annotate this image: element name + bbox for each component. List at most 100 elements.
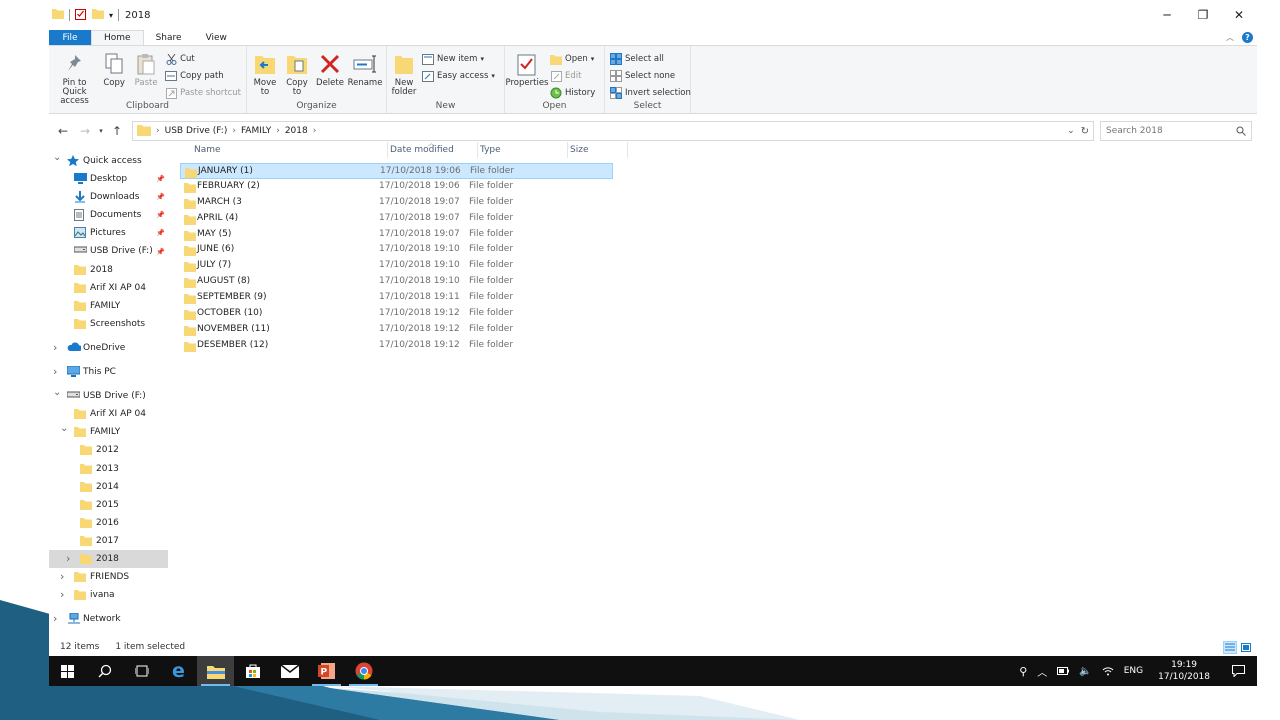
action-center-icon[interactable] (1220, 665, 1257, 677)
new-item-button[interactable]: New item ▾ (422, 52, 495, 66)
customize-qat-icon[interactable]: ▾ (109, 11, 113, 20)
nav-quick-item[interactable]: Screenshots (49, 315, 168, 333)
file-row[interactable]: MARCH (3 17/10/2018 19:07 File folder (180, 195, 613, 211)
file-explorer-taskbar-button[interactable] (197, 656, 234, 686)
file-row[interactable]: JULY (7) 17/10/2018 19:10 File folder (180, 258, 613, 274)
powerpoint-taskbar-button[interactable]: P (308, 656, 345, 686)
cut-button[interactable]: Cut (165, 52, 241, 66)
chrome-taskbar-button[interactable] (345, 656, 382, 686)
file-row[interactable]: MAY (5) 17/10/2018 19:07 File folder (180, 227, 613, 243)
collapse-chevron-icon[interactable]: › (53, 365, 57, 378)
column-type[interactable]: Type (478, 142, 568, 158)
nav-family-child[interactable]: 2013 (49, 460, 168, 478)
large-icons-view-button[interactable] (1239, 641, 1253, 654)
nav-quick-access[interactable]: ⌄ Quick access (49, 152, 168, 170)
easy-access-button[interactable]: Easy access ▾ (422, 69, 495, 83)
file-row[interactable]: OCTOBER (10) 17/10/2018 19:12 File folder (180, 306, 613, 322)
nav-family-child[interactable]: 2015 (49, 496, 168, 514)
refresh-icon[interactable]: ↻ (1081, 126, 1089, 137)
minimize-button[interactable]: ─ (1149, 0, 1185, 30)
nav-quick-item[interactable]: Desktop 📌 (49, 170, 168, 188)
nav-onedrive[interactable]: › OneDrive (49, 339, 168, 357)
column-name[interactable]: Name (192, 142, 388, 158)
mail-taskbar-button[interactable] (271, 656, 308, 686)
select-none-button[interactable]: Select none (610, 69, 691, 83)
breadcrumb-2018[interactable]: 2018 (285, 126, 308, 136)
nav-quick-item[interactable]: FAMILY (49, 297, 168, 315)
restore-button[interactable]: ❐ (1185, 0, 1221, 30)
file-row[interactable]: NOVEMBER (11) 17/10/2018 19:12 File folder (180, 322, 613, 338)
collapse-ribbon-icon[interactable]: ︿ (1226, 32, 1234, 43)
file-row[interactable]: AUGUST (8) 17/10/2018 19:10 File folder (180, 274, 613, 290)
collapse-chevron-icon[interactable]: › (60, 588, 64, 601)
collapse-chevron-icon[interactable]: › (53, 341, 57, 354)
wifi-icon[interactable] (1097, 666, 1119, 676)
folder-icon (74, 264, 86, 275)
nav-quick-item[interactable]: Arif XI AP 04 (49, 279, 168, 297)
address-dropdown-icon[interactable]: ⌄ (1067, 126, 1075, 136)
nav-family-child[interactable]: 2012 (49, 441, 168, 459)
collapse-chevron-icon[interactable]: › (53, 612, 57, 625)
input-language[interactable]: ENG (1119, 666, 1148, 676)
new-folder-icon[interactable] (92, 8, 104, 22)
volume-icon[interactable]: 🔈 (1074, 666, 1096, 677)
nav-family-child[interactable]: › 2018 (49, 549, 168, 569)
tab-view[interactable]: View (194, 30, 239, 45)
help-icon[interactable]: ? (1242, 32, 1253, 43)
people-icon[interactable]: ⚲ (1014, 665, 1032, 678)
details-view-button[interactable] (1223, 641, 1237, 654)
invert-selection-button[interactable]: Invert selection (610, 86, 691, 100)
expand-chevron-icon[interactable]: ⌄ (53, 387, 61, 398)
start-button[interactable] (49, 656, 86, 686)
tab-file[interactable]: File (49, 30, 91, 45)
nav-usb-child[interactable]: › ivana (49, 586, 168, 604)
column-date-modified[interactable]: Date modified (388, 142, 478, 158)
copy-path-button[interactable]: Copy path (165, 69, 241, 83)
collapse-chevron-icon[interactable]: › (66, 552, 70, 565)
expand-chevron-icon[interactable]: ⌄ (53, 152, 61, 163)
collapse-chevron-icon[interactable]: › (60, 570, 64, 583)
nav-family-child[interactable]: 2014 (49, 478, 168, 496)
properties-icon[interactable] (75, 8, 87, 23)
close-button[interactable]: ✕ (1221, 0, 1257, 30)
nav-quick-item[interactable]: Downloads 📌 (49, 188, 168, 206)
file-row[interactable]: JANUARY (1) 17/10/2018 19:06 File folder (180, 163, 613, 179)
nav-quick-item[interactable]: 2018 (49, 261, 168, 279)
edit-button[interactable]: Edit (550, 69, 595, 83)
nav-usb-child[interactable]: ⌄ FAMILY (49, 423, 168, 441)
file-row[interactable]: JUNE (6) 17/10/2018 19:10 File folder (180, 242, 613, 258)
nav-quick-item[interactable]: Documents 📌 (49, 206, 168, 224)
tab-home[interactable]: Home (91, 30, 144, 45)
search-taskbar-button[interactable] (86, 656, 123, 686)
history-button[interactable]: History (550, 86, 595, 100)
search-input[interactable] (1106, 126, 1226, 136)
breadcrumb-usb-drive[interactable]: USB Drive (F:) (165, 126, 228, 136)
paste-shortcut-button[interactable]: Paste shortcut (165, 86, 241, 100)
nav-usb-child[interactable]: › FRIENDS (49, 568, 168, 586)
nav-quick-item[interactable]: Pictures 📌 (49, 224, 168, 242)
open-button[interactable]: Open ▾ (550, 52, 595, 66)
nav-usb-child[interactable]: Arif XI AP 04 (49, 405, 168, 423)
file-row[interactable]: SEPTEMBER (9) 17/10/2018 19:11 File folder (180, 290, 613, 306)
select-all-button[interactable]: Select all (610, 52, 691, 66)
file-row[interactable]: FEBRUARY (2) 17/10/2018 19:06 File folder (180, 179, 613, 195)
nav-family-child[interactable]: 2016 (49, 514, 168, 532)
nav-this-pc[interactable]: › This PC (49, 363, 168, 381)
nav-network[interactable]: › Network (49, 610, 168, 628)
file-row[interactable]: APRIL (4) 17/10/2018 19:07 File folder (180, 211, 613, 227)
battery-icon[interactable] (1052, 667, 1074, 675)
task-view-button[interactable] (123, 656, 160, 686)
breadcrumb-family[interactable]: FAMILY (241, 126, 271, 136)
edge-taskbar-button[interactable]: e (160, 656, 197, 686)
nav-usb-drive[interactable]: ⌄ USB Drive (F:) (49, 387, 168, 405)
store-taskbar-button[interactable] (234, 656, 271, 686)
nav-quick-item[interactable]: USB Drive (F:) 📌 (49, 242, 168, 260)
tab-share[interactable]: Share (144, 30, 194, 45)
column-size[interactable]: Size (568, 142, 628, 158)
mail-icon (280, 664, 299, 678)
file-row[interactable]: DESEMBER (12) 17/10/2018 19:12 File folder (180, 338, 613, 354)
show-hidden-icons-icon[interactable]: ︿ (1032, 664, 1052, 679)
system-clock[interactable]: 19:19 17/10/2018 (1148, 659, 1220, 683)
expand-chevron-icon[interactable]: ⌄ (60, 423, 68, 434)
nav-family-child[interactable]: 2017 (49, 532, 168, 550)
